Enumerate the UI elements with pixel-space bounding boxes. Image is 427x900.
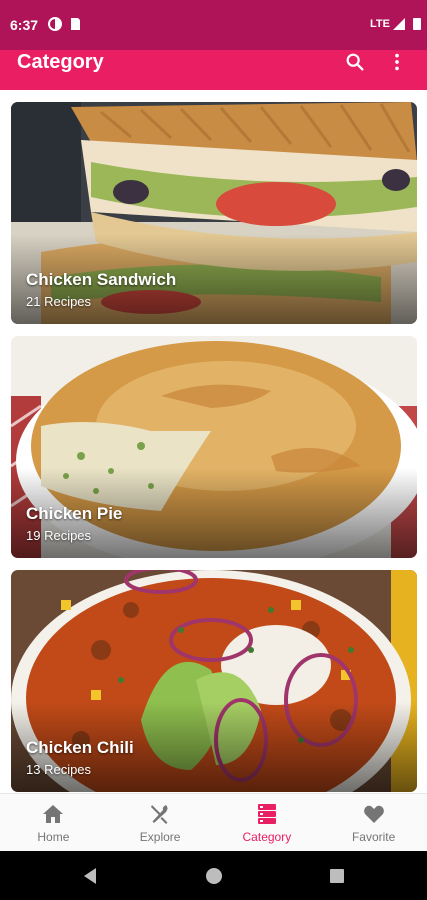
page-title: Category [17,51,104,73]
system-navigation-bar [0,851,427,900]
nav-home[interactable]: Home [0,794,107,851]
recipe-count: 21 Recipes [26,294,92,309]
category-card-chicken-chili[interactable]: Chicken Chili 13 Recipes [11,570,417,792]
app-bar: Category [0,50,427,90]
nav-label: Category [242,829,292,844]
recipe-count: 19 Recipes [26,528,92,543]
category-title: Chicken Chili [26,738,134,757]
fork-knife-icon [151,804,168,824]
battery-icon [413,18,421,30]
nav-label: Explore [139,829,181,844]
signal-icon [393,18,405,30]
recents-icon[interactable] [326,865,348,887]
back-icon[interactable] [80,865,102,887]
network-type: LTE [370,18,390,30]
nav-label: Favorite [351,829,396,844]
search-icon [346,53,364,71]
sim-card-icon [71,18,80,30]
status-time: 6:37 [10,17,39,33]
bottom-navigation: Home Explore Category Favorite [0,793,427,851]
category-list: Chicken Sandwich 21 Recipes Chicken Pie … [0,90,427,793]
heart-icon [363,805,384,823]
nav-label: Home [37,829,70,844]
category-title: Chicken Sandwich [26,270,177,289]
status-bar: 6:37 LTE [0,0,427,50]
nav-favorite[interactable]: Favorite [320,794,427,851]
more-vert-icon [395,53,399,71]
recipe-count: 13 Recipes [26,762,92,777]
category-card-chicken-pie[interactable]: Chicken Pie 19 Recipes [11,336,417,558]
category-title: Chicken Pie [26,504,123,523]
home-icon [43,804,64,823]
data-saver-icon [48,17,62,31]
home-circle-icon[interactable] [203,865,225,887]
overflow-menu-button[interactable] [382,50,412,74]
category-card-chicken-sandwich[interactable]: Chicken Sandwich 21 Recipes [11,102,417,324]
search-button[interactable] [340,50,370,74]
nav-category[interactable]: Category [214,794,321,851]
category-icon [257,803,276,824]
nav-explore[interactable]: Explore [107,794,214,851]
